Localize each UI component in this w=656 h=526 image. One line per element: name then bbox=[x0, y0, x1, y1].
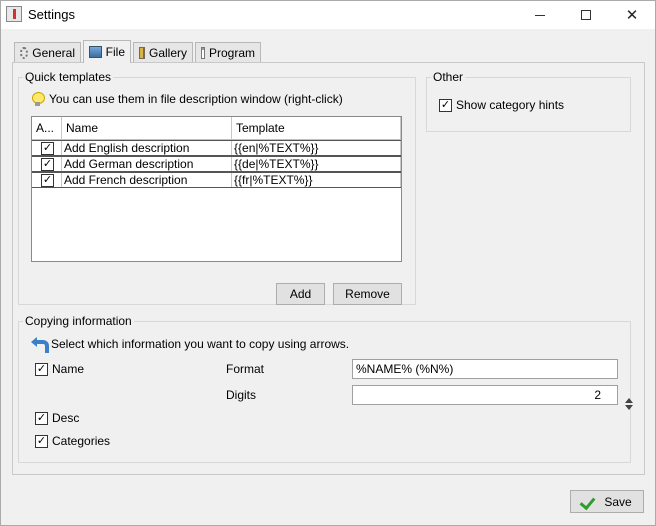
java-app-icon bbox=[6, 6, 22, 22]
copy-desc-checkbox[interactable]: ✓ bbox=[35, 411, 48, 425]
back-arrow-icon bbox=[31, 337, 49, 353]
templates-hint: You can use them in file description win… bbox=[32, 92, 343, 106]
settings-window: Settings ✕ General File Gallery Program … bbox=[0, 0, 656, 526]
checkmark-icon bbox=[582, 497, 596, 507]
save-button[interactable]: Save bbox=[570, 490, 644, 513]
copy-name-label: Name bbox=[52, 362, 85, 376]
tab-gallery[interactable]: Gallery bbox=[133, 42, 193, 62]
spin-up-icon[interactable] bbox=[624, 398, 633, 403]
table-cell-name: Add German description bbox=[62, 157, 232, 171]
remove-template-button[interactable]: Remove bbox=[333, 283, 402, 305]
format-label: Format bbox=[226, 362, 265, 376]
column-header-name[interactable]: Name bbox=[62, 117, 232, 139]
column-header-active[interactable]: A... bbox=[32, 117, 62, 139]
title-bar: Settings ✕ bbox=[1, 1, 655, 29]
column-header-template[interactable]: Template bbox=[232, 117, 401, 139]
copying-legend: Copying information bbox=[23, 314, 134, 328]
copying-hint: Select which information you want to cop… bbox=[31, 337, 350, 353]
table-cell-active: ✓ bbox=[32, 157, 62, 171]
table-row[interactable]: ✓ Add French description {{fr|%TEXT%}} bbox=[32, 172, 401, 188]
copying-hint-text: Select which information you want to cop… bbox=[51, 337, 350, 351]
tab-label: General bbox=[32, 45, 75, 60]
row-checkbox[interactable]: ✓ bbox=[41, 157, 54, 171]
gear-icon bbox=[20, 46, 29, 59]
table-row[interactable]: ✓ Add English description {{en|%TEXT%}} bbox=[32, 140, 401, 156]
copy-name-checkbox[interactable]: ✓ bbox=[35, 362, 48, 376]
templates-table: A... Name Template ✓ Add English descrip… bbox=[31, 116, 402, 262]
maximize-icon bbox=[581, 10, 591, 20]
tab-general[interactable]: General bbox=[14, 42, 81, 62]
row-checkbox[interactable]: ✓ bbox=[41, 141, 54, 155]
copy-desc-label: Desc bbox=[52, 411, 80, 425]
table-cell-active: ✓ bbox=[32, 141, 62, 155]
show-category-hints-checkbox[interactable]: ✓ bbox=[439, 98, 452, 112]
table-cell-template: {{de|%TEXT%}} bbox=[232, 157, 401, 171]
format-input[interactable]: %NAME% (%N%) bbox=[352, 359, 618, 379]
other-group: Other ✓ Show category hints bbox=[426, 70, 631, 132]
table-row[interactable]: ✓ Add German description {{de|%TEXT%}} bbox=[32, 156, 401, 172]
quick-templates-group: Quick templates You can use them in file… bbox=[18, 70, 416, 305]
lightbulb-icon bbox=[32, 92, 45, 106]
minimize-button[interactable] bbox=[517, 1, 563, 29]
show-category-hints-label: Show category hints bbox=[456, 98, 565, 112]
table-cell-active: ✓ bbox=[32, 173, 62, 187]
window-title: Settings bbox=[28, 7, 75, 22]
table-header: A... Name Template bbox=[32, 117, 401, 140]
copying-information-group: Copying information Select which informa… bbox=[18, 314, 633, 463]
table-cell-name: Add English description bbox=[62, 141, 232, 155]
digits-spinner[interactable]: 2 bbox=[352, 385, 633, 410]
maximize-button[interactable] bbox=[563, 1, 609, 29]
other-legend: Other bbox=[431, 70, 466, 84]
copy-categories-label: Categories bbox=[52, 434, 111, 448]
copy-categories-checkbox[interactable]: ✓ bbox=[35, 434, 48, 448]
table-cell-name: Add French description bbox=[62, 173, 232, 187]
close-button[interactable]: ✕ bbox=[609, 1, 655, 29]
tab-label: Program bbox=[208, 45, 255, 60]
digits-label: Digits bbox=[226, 388, 257, 402]
copy-categories-option[interactable]: ✓ Categories bbox=[35, 434, 110, 448]
table-cell-template: {{fr|%TEXT%}} bbox=[232, 173, 401, 187]
window-icon bbox=[201, 46, 205, 59]
tab-program[interactable]: Program bbox=[195, 42, 261, 62]
digits-spin-buttons[interactable] bbox=[623, 396, 634, 414]
save-label: Save bbox=[604, 494, 632, 509]
show-category-hints-option[interactable]: ✓ Show category hints bbox=[439, 98, 564, 112]
file-tab-panel: Quick templates You can use them in file… bbox=[12, 62, 645, 475]
copy-name-option[interactable]: ✓ Name bbox=[35, 362, 84, 376]
close-icon: ✕ bbox=[625, 7, 639, 24]
digits-value: 2 bbox=[594, 388, 601, 402]
copy-desc-option[interactable]: ✓ Desc bbox=[35, 411, 79, 425]
minimize-icon bbox=[535, 14, 545, 16]
file-icon bbox=[89, 46, 102, 58]
spin-down-icon[interactable] bbox=[624, 405, 633, 410]
add-template-button[interactable]: Add bbox=[276, 283, 325, 305]
quick-templates-legend: Quick templates bbox=[23, 70, 114, 84]
tab-label: Gallery bbox=[148, 45, 187, 60]
tab-label: File bbox=[105, 45, 125, 59]
tab-file[interactable]: File bbox=[83, 40, 131, 63]
gallery-icon bbox=[139, 46, 145, 59]
row-checkbox[interactable]: ✓ bbox=[41, 173, 54, 187]
templates-hint-text: You can use them in file description win… bbox=[49, 92, 343, 106]
table-cell-template: {{en|%TEXT%}} bbox=[232, 141, 401, 155]
